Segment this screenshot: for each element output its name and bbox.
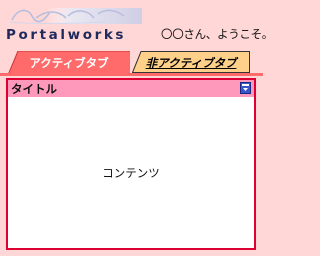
panel-header: タイトル [8, 80, 254, 97]
portalworks-logo[interactable]: Portalworks [4, 2, 160, 44]
tab-active[interactable]: アクティブタブ [8, 51, 130, 75]
tab-underline [0, 73, 263, 76]
window-icon[interactable] [240, 82, 251, 94]
tab-inactive-label: 非アクティブタブ [145, 56, 237, 70]
panel-content: コンテンツ [102, 165, 160, 180]
logo-text: Portalworks [6, 27, 127, 43]
tab-active-label: アクティブタブ [29, 56, 109, 70]
logo-script-graphic [9, 8, 142, 24]
portlet-panel: タイトル コンテンツ [6, 78, 256, 250]
tab-inactive[interactable]: 非アクティブタブ [132, 51, 250, 75]
welcome-message: 〇〇さん、ようこそ。 [161, 27, 273, 41]
panel-title: タイトル [11, 82, 57, 96]
